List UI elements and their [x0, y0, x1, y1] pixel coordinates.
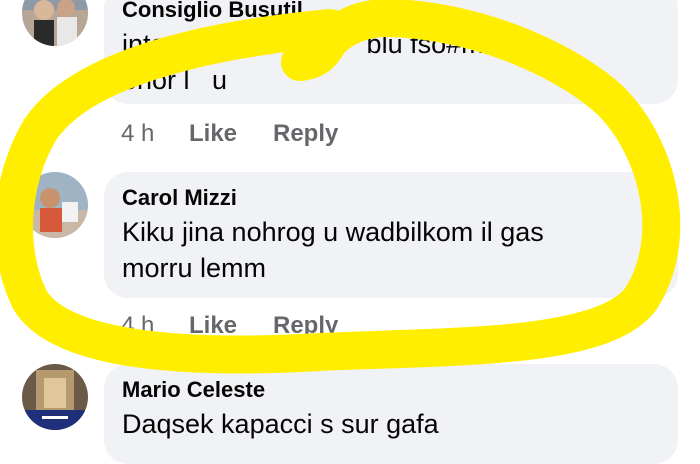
- comment-text: intom l blu fso#m had ohor l u: [122, 26, 660, 98]
- comment-timestamp[interactable]: 4 h: [121, 312, 189, 340]
- comment-author[interactable]: Consiglio Busutil: [122, 0, 660, 22]
- comment-text-line: morru lemm: [122, 253, 267, 283]
- comment-text: Daqsek kapacci s sur gafa: [122, 406, 660, 442]
- comment-bubble: Carol Mizzi Kiku jina nohrog u wadbilkom…: [104, 172, 678, 298]
- comment-bubble: Consiglio Busutil intom l blu fso#m had …: [104, 0, 678, 104]
- avatar[interactable]: [22, 0, 88, 46]
- comment-actions: 4 h Like Reply: [121, 120, 338, 148]
- comment-text-line: intom l blu fso#m had: [122, 29, 537, 59]
- comment-bubble: Mario Celeste Daqsek kapacci s sur gafa: [104, 364, 678, 464]
- like-button[interactable]: Like: [189, 120, 273, 148]
- comment-author[interactable]: Carol Mizzi: [122, 186, 660, 210]
- comment-text: Kiku jina nohrog u wadbilkom il gas morr…: [122, 214, 660, 286]
- comment-text-line: Kiku jina nohrog u wadbilkom il gas: [122, 217, 544, 247]
- comment-text-line: Daqsek kapacci s sur gafa: [122, 409, 439, 439]
- reply-button[interactable]: Reply: [273, 120, 338, 148]
- comment-text-line: ohor l u: [122, 65, 228, 95]
- comment-timestamp[interactable]: 4 h: [121, 120, 189, 148]
- avatar[interactable]: [22, 172, 88, 238]
- reply-button[interactable]: Reply: [273, 312, 338, 340]
- like-button[interactable]: Like: [189, 312, 273, 340]
- comment-actions: 4 h Like Reply: [121, 312, 338, 340]
- avatar[interactable]: [22, 364, 88, 430]
- comment-author[interactable]: Mario Celeste: [122, 378, 660, 402]
